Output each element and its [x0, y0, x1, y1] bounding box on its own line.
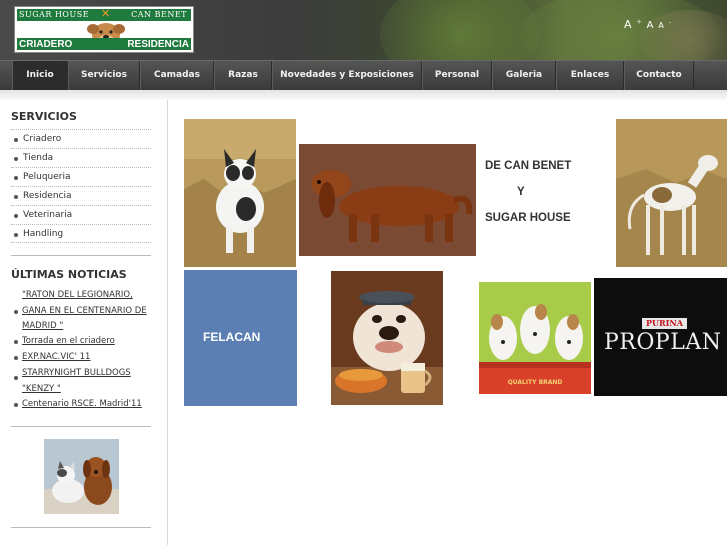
bullet-icon	[14, 138, 18, 142]
english-bulldog-photo[interactable]	[331, 271, 443, 405]
bullet-icon	[14, 310, 18, 314]
sidebar-item-residencia[interactable]: Residencia	[11, 186, 151, 205]
purina-logo: PURINA	[642, 318, 687, 329]
news-item-link[interactable]: STARRYNIGHT BULLDOGS "KENZY "	[22, 366, 140, 397]
news-item-link[interactable]: EXP.NAC.VIC' 11	[22, 350, 152, 366]
sidebar-item-tienda[interactable]: Tienda	[11, 148, 151, 167]
sidebar-item-label: Peluqueria	[23, 172, 71, 182]
font-default-button[interactable]: A	[647, 20, 654, 31]
main-navigation: Inicio Servicios Camadas Razas Novedades…	[0, 60, 727, 90]
bullet-icon	[14, 340, 18, 344]
logo-text: SUGAR HOUSE	[19, 10, 90, 19]
site-logo[interactable]: SUGAR HOUSE ✕ CAN BENET CRIADERO RESIDEN…	[14, 6, 194, 53]
services-heading: SERVICIOS	[11, 110, 77, 123]
nav-item-inicio[interactable]: Inicio	[12, 61, 68, 90]
logo-text: CAN BENET	[131, 10, 187, 19]
bullet-icon	[14, 157, 18, 161]
nav-shadow	[0, 90, 727, 100]
news-heading: ÚLTIMAS NOTICIAS	[11, 268, 127, 281]
nav-item-galeria[interactable]: Galeria	[492, 61, 556, 90]
bullet-icon	[14, 403, 18, 407]
news-item[interactable]: Torrada en el criadero	[11, 334, 151, 350]
header-background-foliage	[380, 0, 540, 60]
dachshund-photo[interactable]	[299, 144, 476, 256]
news-item[interactable]: EXP.NAC.VIC' 11	[11, 350, 151, 366]
bullet-icon	[14, 214, 18, 218]
sidebar-item-criadero[interactable]: Criadero	[11, 129, 151, 148]
english-bulldog-image	[331, 271, 443, 405]
news-item-link[interactable]: "RATON DEL LEGIONARIO, GANA EN EL CENTEN…	[22, 288, 152, 335]
nav-item-servicios[interactable]: Servicios	[68, 61, 140, 90]
font-size-switcher: A + A A -	[624, 13, 676, 32]
whippet-image	[616, 119, 727, 267]
sidebar-item-label: Veterinaria	[23, 210, 73, 220]
cat-puppy-image	[44, 439, 119, 514]
sidebar-item-handling[interactable]: Handling	[11, 224, 151, 243]
sidebar-divider	[11, 255, 151, 256]
news-item[interactable]: "RATON DEL LEGIONARIO, GANA EN EL CENTEN…	[11, 288, 151, 334]
nav-item-contacto[interactable]: Contacto	[624, 61, 694, 90]
news-item[interactable]: STARRYNIGHT BULLDOGS "KENZY "	[11, 366, 151, 397]
sidebar-item-peluqueria[interactable]: Peluqueria	[11, 167, 151, 186]
bullet-icon	[14, 356, 18, 360]
puppies-bucket-photo[interactable]: QUALITY BRAND	[479, 282, 591, 394]
logo-text: CRIADERO	[19, 39, 73, 50]
logo-text: RESIDENCIA	[127, 39, 189, 50]
bullet-icon	[14, 195, 18, 199]
bullet-icon	[14, 233, 18, 237]
sidebar-item-label: Criadero	[23, 134, 62, 144]
site-header: SUGAR HOUSE ✕ CAN BENET CRIADERO RESIDEN…	[0, 0, 727, 60]
nav-item-personal[interactable]: Personal	[422, 61, 492, 90]
sidebar-item-label: Residencia	[23, 191, 72, 201]
bullet-icon	[14, 176, 18, 180]
news-item-link[interactable]: Torrada en el criadero	[22, 334, 152, 350]
main-content: DE CAN BENET Y SUGAR HOUSE FELACAN QUALI…	[168, 100, 727, 545]
news-item[interactable]: Centenario RSCE. Madrid'11	[11, 397, 151, 413]
sidebar: SERVICIOS Criadero Tienda Peluqueria Res…	[0, 100, 168, 545]
cat-and-puppy-thumbnail[interactable]	[44, 439, 119, 514]
purina-proplan-banner[interactable]: PURINA PROPLAN	[594, 278, 727, 396]
french-bulldog-image	[184, 119, 296, 267]
bullet-icon	[14, 376, 18, 380]
felacan-banner[interactable]: FELACAN	[184, 270, 297, 406]
font-increase-button[interactable]: A +	[624, 18, 642, 31]
sidebar-item-veterinaria[interactable]: Veterinaria	[11, 205, 151, 224]
nav-item-enlaces[interactable]: Enlaces	[556, 61, 624, 90]
nav-item-novedades[interactable]: Novedades y Exposiciones	[272, 61, 422, 90]
sidebar-divider	[11, 426, 151, 427]
nav-item-camadas[interactable]: Camadas	[140, 61, 214, 90]
dachshund-image	[299, 144, 476, 256]
sidebar-item-label: Tienda	[23, 153, 54, 163]
french-bulldog-photo[interactable]	[184, 119, 296, 267]
sidebar-item-label: Handling	[23, 229, 64, 239]
whippet-photo[interactable]	[616, 119, 727, 267]
quality-brand-text: QUALITY BRAND	[508, 379, 563, 386]
font-decrease-button[interactable]: A-	[658, 19, 671, 30]
sidebar-divider	[11, 527, 151, 528]
felacan-label: FELACAN	[203, 330, 261, 344]
kennel-name-line: SUGAR HOUSE	[485, 212, 571, 224]
kennel-name-line: Y	[517, 186, 525, 198]
kennel-name-line: DE CAN BENET	[485, 160, 572, 172]
puppies-image: QUALITY BRAND	[479, 282, 591, 394]
news-item-link[interactable]: Centenario RSCE. Madrid'11	[22, 397, 152, 413]
nav-item-razas[interactable]: Razas	[214, 61, 272, 90]
proplan-logo: PROPLAN	[604, 330, 722, 355]
